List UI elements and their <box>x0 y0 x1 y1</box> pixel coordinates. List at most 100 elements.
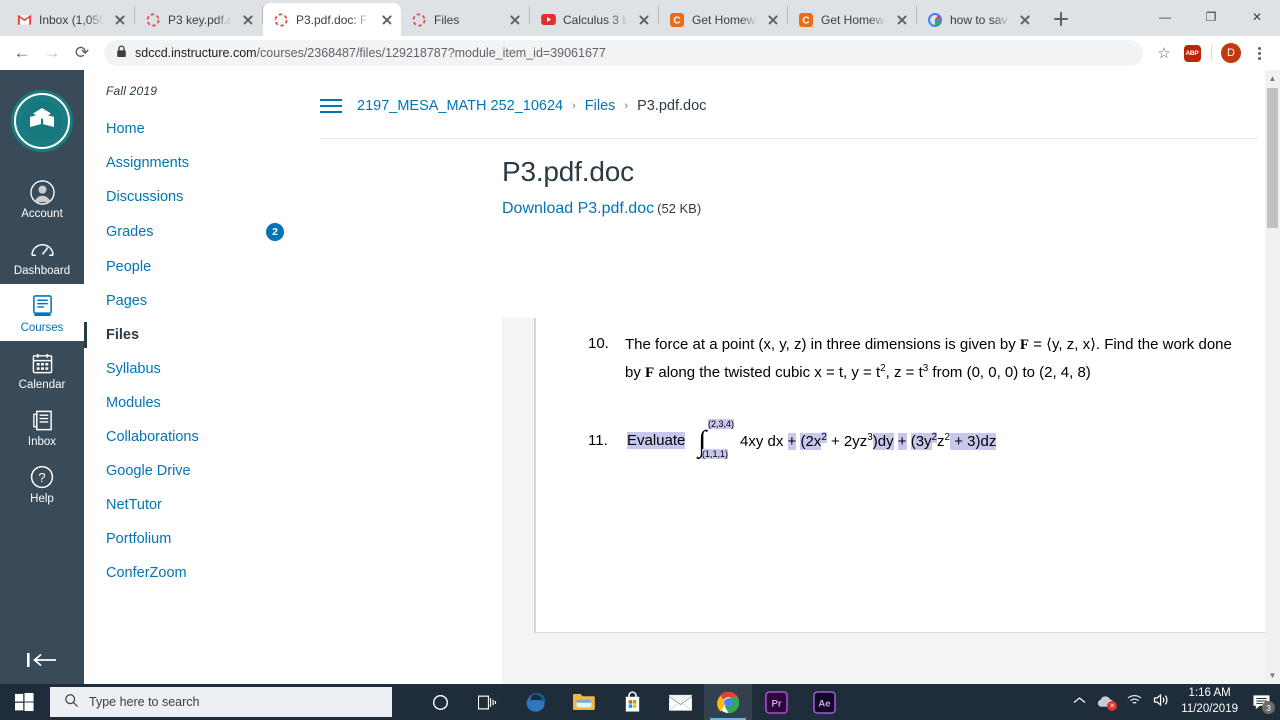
close-icon[interactable] <box>894 12 910 28</box>
chegg-icon: C <box>798 12 814 28</box>
close-icon[interactable] <box>240 12 256 28</box>
file-explorer-icon[interactable] <box>560 684 608 720</box>
adblock-plus-extension-icon[interactable]: ABP <box>1179 40 1205 66</box>
toolbar-divider <box>1211 45 1212 61</box>
course-navigation: Fall 2019 Home Assignments Discussions G… <box>84 70 302 684</box>
google-chrome-icon[interactable] <box>704 684 752 720</box>
course-nav-item-modules[interactable]: Modules <box>106 386 302 420</box>
browser-tab-calculus[interactable]: Calculus 3 Le <box>530 3 658 36</box>
wifi-icon[interactable] <box>1126 693 1143 711</box>
breadcrumb: 2197_MESA_MATH 252_10624 › Files › P3.pd… <box>302 70 1280 114</box>
back-button[interactable]: ← <box>8 39 36 67</box>
course-nav-item-grades[interactable]: Grades 2 <box>106 214 302 250</box>
sidebar-item-inbox[interactable]: Inbox <box>0 398 84 455</box>
sidebar-item-label: Courses <box>20 322 64 334</box>
window-controls: — ❐ ✕ <box>1142 0 1280 33</box>
tab-title: Get Homewo <box>692 12 758 27</box>
browser-page-scrollbar[interactable]: ▲ ▼ <box>1265 70 1280 684</box>
course-nav-item-people[interactable]: People <box>106 250 302 284</box>
tray-chevron-icon[interactable] <box>1073 696 1086 708</box>
sidebar-item-account[interactable]: Account <box>0 170 84 227</box>
problem-11-evaluate: Evaluate <box>627 432 686 449</box>
windows-start-icon[interactable] <box>0 684 48 720</box>
onedrive-error-icon[interactable]: ✕ <box>1096 695 1118 711</box>
bookmark-star-icon[interactable]: ☆ <box>1151 40 1177 66</box>
close-icon[interactable] <box>765 12 781 28</box>
sidebar-item-label: Help <box>30 493 54 505</box>
profile-avatar[interactable]: D <box>1218 40 1244 66</box>
course-nav-item-assignments[interactable]: Assignments <box>106 146 302 180</box>
maximize-restore-button[interactable]: ❐ <box>1188 0 1234 33</box>
volume-icon[interactable] <box>1153 693 1171 712</box>
browser-tab-p3-doc[interactable]: P3.pdf.doc: F <box>263 3 401 36</box>
course-nav-item-conferzoom[interactable]: ConferZoom <box>106 556 302 590</box>
course-nav-label: NetTutor <box>106 497 162 513</box>
search-input[interactable]: Type here to search <box>50 687 392 717</box>
youtube-icon <box>540 12 556 28</box>
sdccd-logo[interactable] <box>11 90 73 152</box>
breadcrumb-files[interactable]: Files <box>585 98 616 114</box>
minimize-button[interactable]: — <box>1142 0 1188 33</box>
course-nav-item-files[interactable]: Files <box>84 318 302 352</box>
hamburger-menu-icon[interactable] <box>320 98 342 114</box>
notifications-icon[interactable]: 3 <box>1248 684 1275 720</box>
course-nav-label: Collaborations <box>106 429 199 445</box>
browser-tab-files[interactable]: Files <box>401 3 529 36</box>
close-icon[interactable] <box>379 12 395 28</box>
course-nav-item-nettutor[interactable]: NetTutor <box>106 488 302 522</box>
course-nav-item-home[interactable]: Home <box>106 112 302 146</box>
page-scroll-down-arrow-icon[interactable]: ▼ <box>1265 667 1280 684</box>
new-tab-button[interactable] <box>1047 5 1075 33</box>
document-preview-frame: 10. The force at a point (x, y, z) in th… <box>502 318 1280 714</box>
course-nav-item-google-drive[interactable]: Google Drive <box>106 454 302 488</box>
address-bar[interactable]: sdccd.instructure.com/courses/2368487/fi… <box>104 40 1143 66</box>
browser-tab-google-search[interactable]: how to save <box>917 3 1039 36</box>
browser-tab-chegg-1[interactable]: C Get Homewo <box>659 3 787 36</box>
browser-tab-p3-key[interactable]: P3 key.pdf.doc <box>135 3 262 36</box>
course-nav-label: Syllabus <box>106 361 161 377</box>
after-effects-icon[interactable]: Ae <box>800 684 848 720</box>
tab-title: how to save <box>950 12 1010 27</box>
browser-page-scrollbar-thumb[interactable] <box>1267 88 1278 228</box>
premiere-pro-icon[interactable]: Pr <box>752 684 800 720</box>
term-label: Fall 2019 <box>106 84 158 98</box>
download-file-link[interactable]: Download P3.pdf.doc <box>502 200 654 217</box>
course-nav-item-discussions[interactable]: Discussions <box>106 180 302 214</box>
close-icon[interactable] <box>636 12 652 28</box>
sidebar-item-courses[interactable]: Courses <box>0 284 84 341</box>
cortana-circle-icon[interactable] <box>416 684 464 720</box>
page-scroll-up-arrow-icon[interactable]: ▲ <box>1265 70 1280 87</box>
sidebar-item-calendar[interactable]: Calendar <box>0 341 84 398</box>
tray-date: 11/20/2019 <box>1181 703 1238 715</box>
browser-menu-button[interactable] <box>1246 40 1272 66</box>
forward-button[interactable]: → <box>38 39 66 67</box>
sidebar-item-dashboard[interactable]: Dashboard <box>0 227 84 284</box>
course-nav-label: Pages <box>106 293 148 309</box>
tab-title: Inbox (1,050) <box>39 12 105 27</box>
course-nav-item-portfolium[interactable]: Portfolium <box>106 522 302 556</box>
browser-tab-chegg-2[interactable]: C Get Homewo <box>788 3 916 36</box>
course-nav-item-syllabus[interactable]: Syllabus <box>106 352 302 386</box>
course-nav-item-pages[interactable]: Pages <box>106 284 302 318</box>
close-icon[interactable] <box>112 12 128 28</box>
help-question-icon: ? <box>29 464 55 490</box>
browser-tab-inbox[interactable]: Inbox (1,050) <box>6 3 134 36</box>
microsoft-edge-icon[interactable] <box>512 684 560 720</box>
close-icon[interactable] <box>507 12 523 28</box>
clock[interactable]: 1:16 AM 11/20/2019 <box>1181 686 1238 717</box>
course-nav-item-collaborations[interactable]: Collaborations <box>106 420 302 454</box>
browser-tab-strip: Inbox (1,050) P3 key.pdf.doc P3.pdf.doc:… <box>0 0 1280 36</box>
close-icon[interactable] <box>1017 12 1033 28</box>
course-nav-label: People <box>106 259 152 275</box>
reload-button[interactable]: ⟳ <box>68 39 96 67</box>
microsoft-store-icon[interactable] <box>608 684 656 720</box>
integral-symbol: ∫ (2,3,4) (1,1,1) <box>698 419 735 459</box>
sidebar-item-help[interactable]: ? Help <box>0 455 84 512</box>
breadcrumb-course[interactable]: 2197_MESA_MATH 252_10624 <box>357 98 563 114</box>
mail-icon[interactable] <box>656 684 704 720</box>
page-title: P3.pdf.doc <box>502 156 634 187</box>
close-window-button[interactable]: ✕ <box>1234 0 1280 33</box>
collapse-nav-icon[interactable] <box>0 650 84 670</box>
task-view-icon[interactable] <box>464 684 512 720</box>
canvas-global-navigation: Account Dashboard Courses Calendar Inbox… <box>0 70 84 684</box>
